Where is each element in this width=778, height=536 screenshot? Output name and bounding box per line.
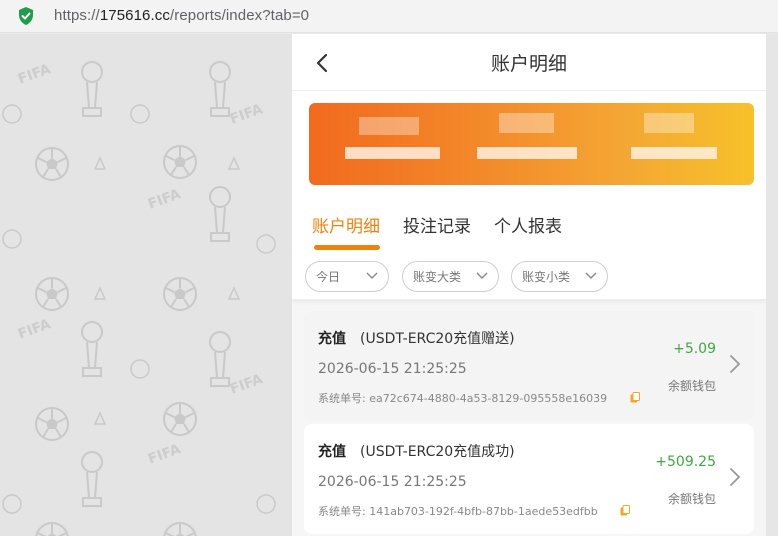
blurred-line (345, 147, 440, 159)
balance-banner-blurred (309, 103, 754, 185)
url-path: /reports/index?tab=0 (169, 7, 310, 24)
svg-text:FIFA: FIFA (16, 61, 53, 88)
blurred-block (644, 113, 694, 133)
date-filter-dropdown[interactable]: 今日 (305, 261, 389, 292)
top-nav-bar: 账户明细 (292, 34, 766, 91)
svg-text:FIFA: FIFA (146, 441, 183, 468)
svg-text:FIFA: FIFA (16, 316, 53, 343)
category-filter-dropdown[interactable]: 账变大类 (402, 261, 499, 292)
chevron-down-icon (476, 272, 488, 279)
record-amount: +509.25 (655, 454, 716, 470)
tab-personal-report[interactable]: 个人报表 (494, 212, 562, 237)
filter-bar: 今日 账变大类 账变小类 (292, 252, 766, 300)
tab-account-details[interactable]: 账户明细 (312, 212, 380, 237)
copy-icon[interactable] (620, 505, 630, 516)
blurred-block (359, 117, 419, 135)
record-description: (USDT-ERC20充值成功) (360, 444, 515, 460)
url-scheme: https:// (54, 7, 100, 24)
chevron-right-icon (730, 355, 741, 373)
subcategory-filter-dropdown[interactable]: 账变小类 (511, 261, 608, 292)
order-label: 系统单号: (318, 392, 366, 405)
order-label: 系统单号: (318, 505, 366, 518)
svg-text:FIFA: FIFA (228, 101, 265, 128)
record-type: 充值 (318, 331, 346, 347)
svg-text:FIFA: FIFA (228, 371, 265, 398)
active-tab-indicator (314, 245, 380, 250)
chevron-right-icon (730, 468, 741, 486)
record-card[interactable]: 充值 (USDT-ERC20充值赠送) 2026-06-15 21:25:25 … (304, 311, 754, 421)
chevron-down-icon (366, 272, 378, 279)
record-order: 系统单号: 141ab703-192f-4bfb-87bb-1aede53edf… (318, 503, 598, 519)
record-wallet: 余额钱包 (667, 379, 716, 393)
chevron-down-icon (585, 272, 597, 279)
blurred-block (499, 113, 554, 133)
secure-shield-icon (19, 7, 33, 25)
url-text[interactable]: https://175616.cc/reports/index?tab=0 (54, 7, 309, 24)
browser-address-bar[interactable]: https://175616.cc/reports/index?tab=0 (0, 0, 778, 33)
record-time: 2026-06-15 21:25:25 (318, 474, 467, 490)
subcategory-filter-label: 账变小类 (522, 270, 571, 284)
background-pattern: FIFA FIFA FIFA FIFA FIFA FIFA (0, 34, 292, 536)
order-id: 141ab703-192f-4bfb-87bb-1aede53edfbb (369, 505, 598, 518)
record-card[interactable]: 充值 (USDT-ERC20充值成功) 2026-06-15 21:25:25 … (304, 424, 754, 534)
category-filter-label: 账变大类 (413, 270, 462, 284)
date-filter-label: 今日 (316, 270, 341, 284)
record-wallet: 余额钱包 (667, 492, 716, 506)
svg-text:FIFA: FIFA (146, 186, 183, 213)
page-title: 账户明细 (490, 53, 567, 75)
app-panel: 账户明细 账户明细 投注记录 个人报表 今日 账变大类 账变小类 充值 (USD… (292, 34, 766, 536)
tab-bar: 账户明细 投注记录 个人报表 (292, 197, 766, 252)
order-id: ea72c674-4880-4a53-8129-095558e16039 (369, 392, 608, 405)
banner-section (292, 91, 766, 197)
right-gutter (766, 34, 778, 536)
tab-bet-records[interactable]: 投注记录 (403, 212, 471, 237)
blurred-line (477, 147, 577, 159)
blurred-line (631, 147, 717, 159)
football-pattern-graphic: FIFA FIFA FIFA FIFA FIFA FIFA (2, 61, 276, 536)
url-host: 175616.cc (99, 7, 170, 24)
record-order: 系统单号: ea72c674-4880-4a53-8129-095558e160… (318, 390, 607, 406)
record-description: (USDT-ERC20充值赠送) (360, 331, 515, 347)
record-type: 充值 (318, 444, 346, 460)
record-time: 2026-06-15 21:25:25 (318, 361, 467, 377)
copy-icon[interactable] (630, 392, 640, 403)
record-amount: +5.09 (673, 341, 716, 357)
